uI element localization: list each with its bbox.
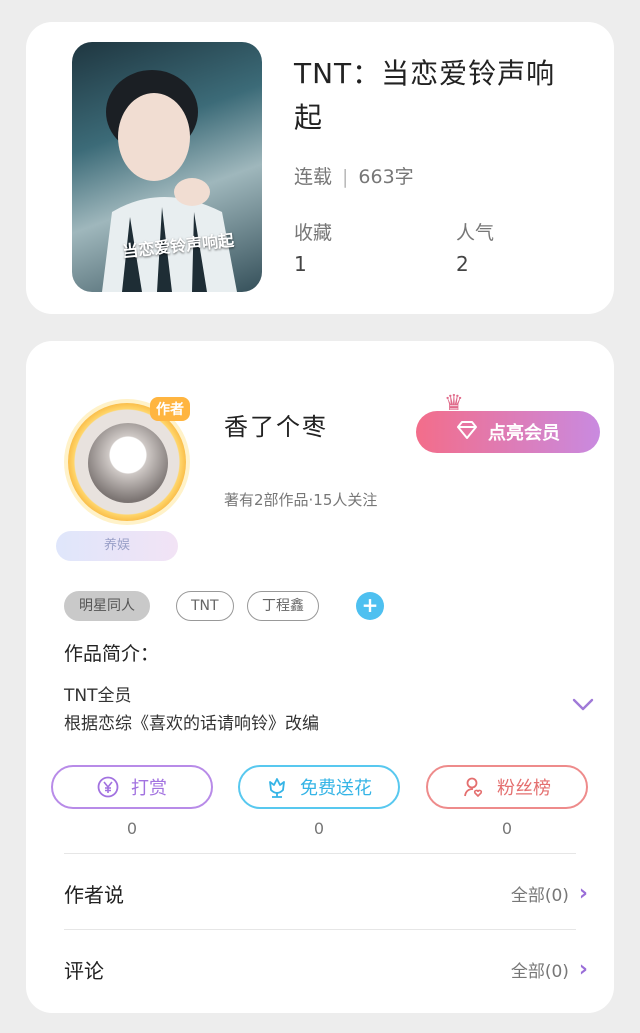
divider [64, 929, 576, 930]
avatar-photo [88, 423, 168, 503]
user-heart-icon [463, 776, 485, 798]
chevron-right-icon: › [578, 881, 588, 906]
comments-link[interactable]: 全部(0) › [511, 957, 588, 982]
reward-button[interactable]: 打赏 [51, 765, 213, 809]
fans-count: 0 [501, 819, 513, 838]
word-count: 663字 [358, 166, 414, 188]
diamond-icon [456, 420, 478, 444]
author-card: 作者 养娱 香了个枣 著有2部作品·15人关注 ♛ 点亮会员 明星同人 TNT … [26, 341, 614, 1013]
author-name[interactable]: 香了个枣 [224, 407, 328, 442]
reward-button-label: 打赏 [131, 778, 167, 799]
tag-person[interactable]: 丁程鑫 [247, 591, 319, 621]
divider [64, 853, 576, 854]
vip-button-label: 点亮会员 [488, 423, 560, 443]
author-badge: 作者 [150, 397, 190, 421]
flower-count: 0 [313, 819, 325, 838]
comments-count: 全部(0) [510, 962, 569, 982]
book-cover-image[interactable]: 当恋爱铃声响起 [72, 42, 262, 292]
popularity-label: 人气 [456, 222, 495, 244]
flower-icon [266, 776, 288, 798]
reward-count: 0 [126, 819, 138, 838]
comments-label[interactable]: 评论 [64, 955, 104, 984]
fan-tag[interactable]: 养娱 [56, 531, 178, 561]
book-meta: 连载 | 663字 [294, 166, 414, 188]
vip-button[interactable]: 点亮会员 [416, 411, 600, 453]
author-notes-count: 全部(0) [510, 886, 569, 906]
fan-ranking-button-label: 粉丝榜 [497, 778, 551, 799]
intro-line-1: TNT全员 [64, 686, 132, 706]
book-card: 当恋爱铃声响起 TNT：当恋爱铃声响起 连载 | 663字 收藏 人气 1 2 [26, 22, 614, 314]
add-tag-button[interactable]: + [356, 592, 384, 620]
author-avatar[interactable]: 作者 [54, 389, 204, 539]
fan-ranking-button[interactable]: 粉丝榜 [426, 765, 588, 809]
favorites-label: 收藏 [294, 222, 333, 244]
favorites-value: 1 [294, 252, 307, 276]
book-title: TNT：当恋爱铃声响起 [294, 57, 556, 134]
free-flower-button[interactable]: 免费送花 [238, 765, 400, 809]
intro-line-2: 根据恋综《喜欢的话请响铃》改编 [64, 714, 319, 734]
popularity-value: 2 [456, 252, 469, 276]
author-notes-link[interactable]: 全部(0) › [511, 881, 588, 906]
yen-coin-icon [97, 776, 119, 798]
free-flower-button-label: 免费送花 [300, 778, 372, 799]
tag-genre[interactable]: 明星同人 [64, 591, 150, 621]
author-notes-label[interactable]: 作者说 [64, 879, 124, 908]
chevron-down-icon[interactable] [572, 697, 594, 716]
tag-group[interactable]: TNT [176, 591, 234, 621]
intro-label: 作品简介： [64, 643, 160, 665]
chevron-right-icon: › [578, 957, 588, 982]
book-status: 连载 [294, 166, 333, 188]
author-stats: 著有2部作品·15人关注 [224, 491, 378, 509]
